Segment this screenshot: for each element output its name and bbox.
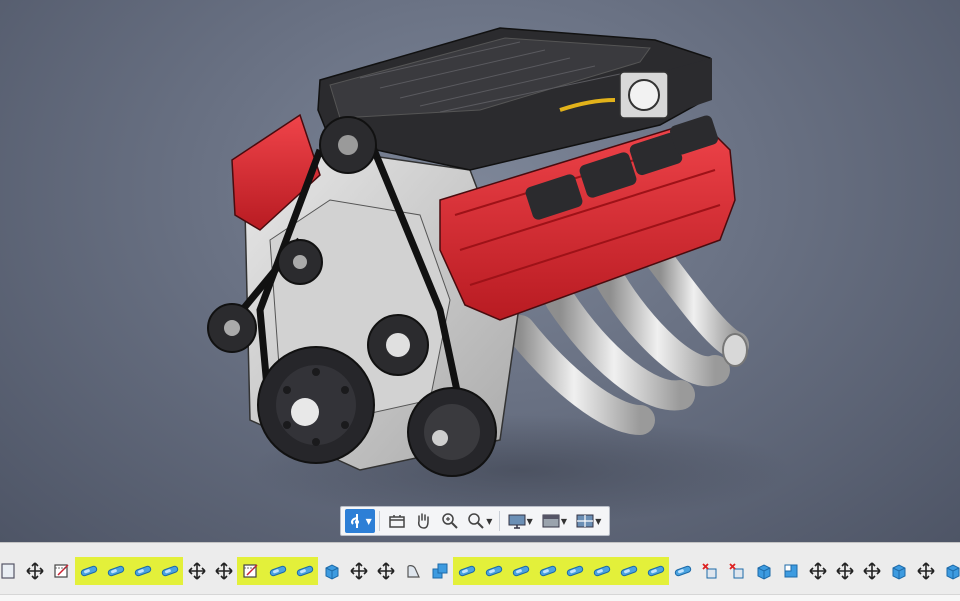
extrude-icon — [944, 562, 960, 580]
move-icon — [809, 562, 827, 580]
joint-icon — [566, 562, 584, 580]
pan-icon — [415, 512, 431, 530]
timeline-feature[interactable] — [291, 557, 318, 585]
timeline-feature[interactable] — [21, 557, 48, 585]
timeline-feature[interactable] — [561, 557, 588, 585]
timeline-feature[interactable] — [669, 557, 696, 585]
orbit-button[interactable]: ▼ — [345, 509, 375, 533]
joint-icon — [80, 562, 98, 580]
zoom-button[interactable]: ▼ — [465, 509, 495, 533]
timeline-feature[interactable] — [183, 557, 210, 585]
timeline-feature[interactable] — [426, 557, 453, 585]
zoom-window-button[interactable] — [438, 509, 463, 533]
delete-body-icon — [701, 562, 719, 580]
timeline-feature[interactable] — [237, 557, 264, 585]
timeline-feature[interactable] — [453, 557, 480, 585]
timeline-feature[interactable] — [885, 557, 912, 585]
joint-icon — [593, 562, 611, 580]
joint-icon — [161, 562, 179, 580]
timeline-feature[interactable] — [831, 557, 858, 585]
navigation-bar: ▼ ▼ ▼ ▼ ▼ — [340, 506, 610, 536]
joint-icon — [620, 562, 638, 580]
separator — [379, 511, 380, 531]
extrude-icon — [323, 562, 341, 580]
component-icon — [0, 562, 17, 580]
timeline-feature[interactable] — [75, 557, 102, 585]
joint-icon — [458, 562, 476, 580]
separator — [499, 511, 500, 531]
timeline-feature[interactable] — [399, 557, 426, 585]
joint-icon — [485, 562, 503, 580]
timeline-feature[interactable] — [804, 557, 831, 585]
move-icon — [863, 562, 881, 580]
3d-viewport[interactable]: ▼ ▼ ▼ ▼ ▼ — [0, 0, 960, 542]
move-icon — [377, 562, 395, 580]
move-icon — [188, 562, 206, 580]
timeline-feature[interactable] — [48, 557, 75, 585]
combine-icon — [431, 562, 449, 580]
timeline-bar — [0, 542, 960, 601]
orbit-icon — [349, 513, 365, 529]
joint-icon — [647, 562, 665, 580]
joint-icon — [512, 562, 530, 580]
timeline-feature[interactable] — [642, 557, 669, 585]
move-icon — [350, 562, 368, 580]
extrude-icon — [755, 562, 773, 580]
joint-icon — [134, 562, 152, 580]
pan-button[interactable] — [411, 509, 436, 533]
timeline-features — [0, 556, 960, 586]
viewports-button[interactable]: ▼ — [573, 509, 605, 533]
timeline-feature[interactable] — [615, 557, 642, 585]
timeline-feature[interactable] — [129, 557, 156, 585]
timeline-feature[interactable] — [264, 557, 291, 585]
timeline-feature[interactable] — [723, 557, 750, 585]
move-icon — [215, 562, 233, 580]
display-settings-icon — [508, 513, 526, 529]
timeline-feature[interactable] — [0, 557, 21, 585]
timeline-feature[interactable] — [480, 557, 507, 585]
joint-icon — [269, 562, 287, 580]
display-settings-button[interactable]: ▼ — [504, 509, 536, 533]
timeline-feature[interactable] — [939, 557, 960, 585]
timeline-feature[interactable] — [777, 557, 804, 585]
timeline-feature[interactable] — [534, 557, 561, 585]
joint-icon — [539, 562, 557, 580]
joint-icon — [107, 562, 125, 580]
viewports-icon — [576, 513, 594, 529]
move-icon — [917, 562, 935, 580]
move-icon — [26, 562, 44, 580]
visual-style-button[interactable]: ▼ — [538, 509, 570, 533]
timeline-feature[interactable] — [912, 557, 939, 585]
timeline-feature[interactable] — [345, 557, 372, 585]
joint-icon — [674, 562, 692, 580]
timeline-feature[interactable] — [372, 557, 399, 585]
look-at-icon — [388, 513, 406, 529]
timeline-feature[interactable] — [750, 557, 777, 585]
timeline-feature[interactable] — [696, 557, 723, 585]
timeline-feature[interactable] — [858, 557, 885, 585]
timeline-feature[interactable] — [156, 557, 183, 585]
zoom-window-icon — [441, 512, 459, 530]
timeline-feature[interactable] — [588, 557, 615, 585]
move-icon — [836, 562, 854, 580]
visual-style-icon — [542, 513, 560, 529]
engine-model[interactable] — [0, 0, 960, 542]
zoom-icon — [467, 512, 485, 530]
sketch-icon — [53, 562, 71, 580]
timeline-feature[interactable] — [210, 557, 237, 585]
delete-body-icon — [728, 562, 746, 580]
sketch-icon — [242, 562, 260, 580]
press-pull-icon — [782, 562, 800, 580]
timeline-feature[interactable] — [102, 557, 129, 585]
timeline-feature[interactable] — [507, 557, 534, 585]
look-at-button[interactable] — [384, 509, 409, 533]
timeline-feature[interactable] — [318, 557, 345, 585]
extrude-icon — [890, 562, 908, 580]
revolve-icon — [404, 562, 422, 580]
joint-icon — [296, 562, 314, 580]
